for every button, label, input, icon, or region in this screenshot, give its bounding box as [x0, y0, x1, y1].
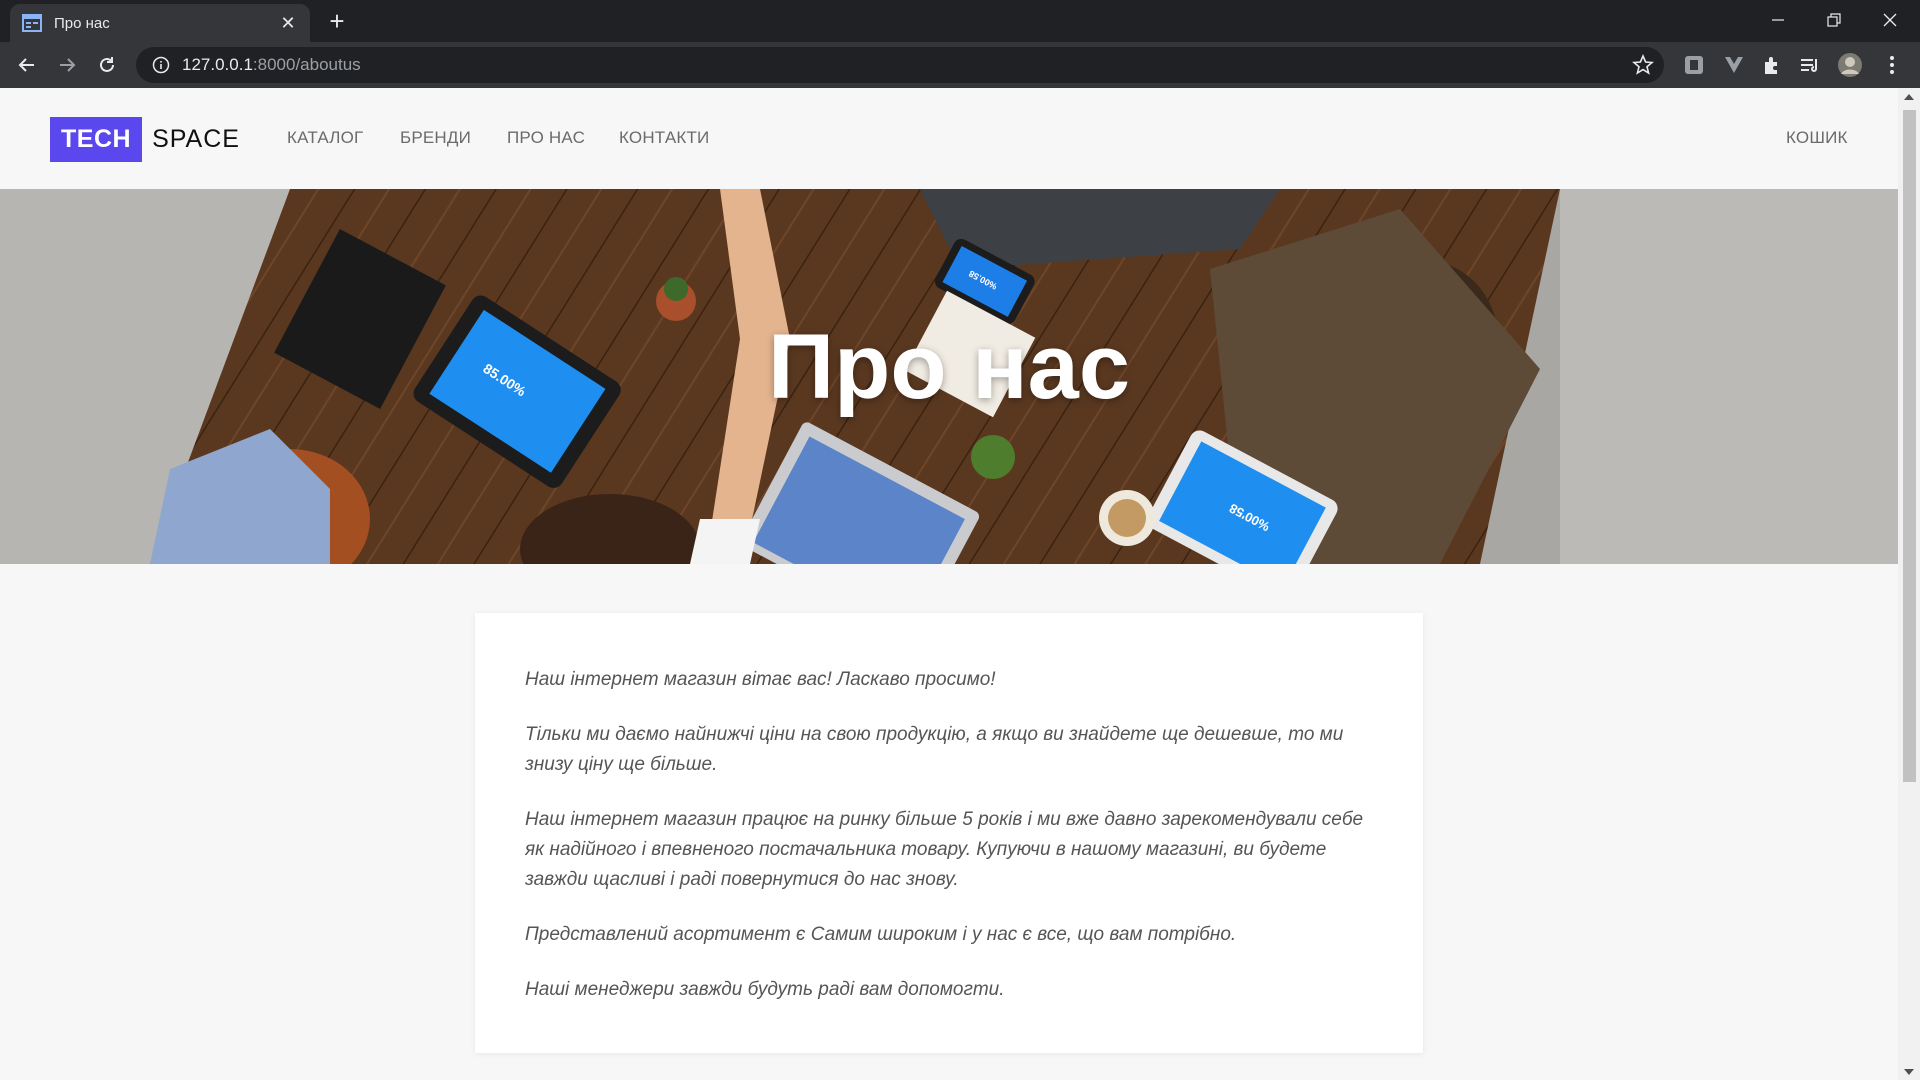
page-viewport: TECH SPACE КАТАЛОГ БРЕНДИ ПРО НАС КОНТАК…: [0, 88, 1898, 1080]
logo-space: SPACE: [152, 125, 240, 153]
about-paragraph: Тільки ми даємо найнижчі ціни на свою пр…: [525, 724, 1344, 775]
site-navbar: TECH SPACE КАТАЛОГ БРЕНДИ ПРО НАС КОНТАК…: [0, 88, 1898, 189]
profile-avatar[interactable]: [1836, 51, 1864, 79]
nav-link-brands[interactable]: БРЕНДИ: [400, 128, 471, 148]
window-close-button[interactable]: [1862, 0, 1918, 40]
about-paragraph: Наш інтернет магазин працює на ринку біл…: [525, 809, 1364, 890]
extensions-puzzle-icon[interactable]: [1758, 51, 1786, 79]
address-bar[interactable]: 127.0.0.1:8000/aboutus: [136, 47, 1664, 83]
extension-vue-icon[interactable]: [1720, 51, 1748, 79]
scroll-down-arrow-icon[interactable]: [1898, 1063, 1920, 1080]
tab-close-icon[interactable]: ✕: [278, 13, 298, 34]
nav-link-cart[interactable]: КОШИК: [1786, 128, 1848, 148]
extension-translate-icon[interactable]: [1680, 51, 1708, 79]
browser-toolbar: 127.0.0.1:8000/aboutus: [0, 42, 1920, 88]
bookmark-star-icon[interactable]: [1632, 54, 1654, 76]
new-tab-button[interactable]: +: [322, 7, 352, 37]
site-info-icon[interactable]: [152, 56, 170, 74]
scrollbar-thumb[interactable]: [1903, 110, 1916, 782]
window-restore-button[interactable]: [1806, 0, 1862, 40]
about-content-card: Наш інтернет магазин вітає вас! Ласкаво …: [475, 613, 1423, 1053]
restore-icon: [1827, 13, 1841, 27]
logo-tech: TECH: [50, 117, 143, 162]
nav-link-contacts[interactable]: КОНТАКТИ: [619, 128, 709, 148]
tab-title: Про нас: [54, 14, 110, 32]
window-minimize-button[interactable]: [1750, 0, 1806, 40]
page-favicon-icon: [22, 14, 42, 32]
hero-title: Про нас: [768, 316, 1130, 418]
back-button[interactable]: [11, 49, 43, 81]
site-logo[interactable]: TECH SPACE: [50, 117, 240, 162]
url-host: 127.0.0.1: [182, 55, 253, 74]
url-path: :8000/aboutus: [252, 55, 361, 74]
about-paragraph: Наш інтернет магазин вітає вас! Ласкаво …: [525, 669, 996, 690]
browser-tab[interactable]: Про нас ✕: [10, 4, 310, 42]
about-paragraph: Представлений асортимент є Самим широким…: [525, 924, 1237, 945]
nav-link-about[interactable]: ПРО НАС: [507, 128, 585, 148]
about-paragraph: Наші менеджери завжди будуть раді вам до…: [525, 979, 1005, 1000]
arrow-right-icon: [60, 58, 76, 72]
media-queue-icon[interactable]: [1796, 51, 1824, 79]
page-scrollbar[interactable]: [1898, 88, 1920, 1080]
reload-button[interactable]: [91, 49, 123, 81]
minimize-icon: [1772, 19, 1784, 21]
browser-menu-icon[interactable]: [1878, 51, 1906, 79]
browser-tab-strip: Про нас ✕ +: [0, 0, 1920, 42]
scroll-up-arrow-icon[interactable]: [1898, 88, 1920, 105]
forward-button[interactable]: [51, 49, 83, 81]
reload-icon: [100, 57, 114, 72]
arrow-left-icon: [18, 58, 34, 72]
nav-link-catalog[interactable]: КАТАЛОГ: [287, 128, 363, 148]
hero-banner: 85.00% %00.58 %00'58 Про нас: [0, 189, 1898, 564]
close-icon: [1883, 13, 1897, 27]
